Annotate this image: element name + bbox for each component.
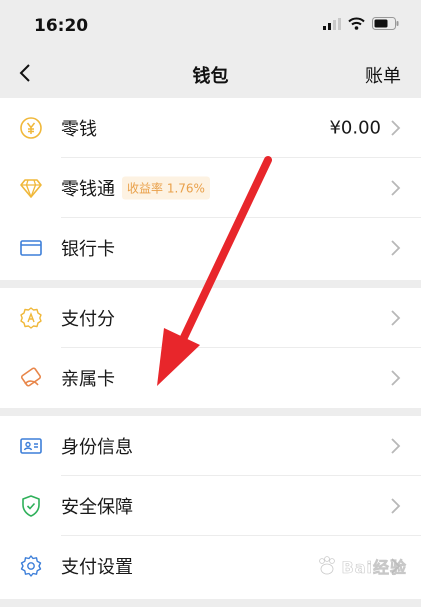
row-family-card[interactable]: 亲属卡 — [0, 348, 421, 408]
bottom-band — [0, 599, 421, 607]
chevron-right-icon — [391, 370, 401, 386]
row-security-label: 安全保障 — [61, 497, 133, 518]
watermark: Bai经验 — [316, 554, 407, 578]
status-time: 16:20 — [34, 16, 89, 36]
chevron-right-icon — [391, 180, 401, 196]
wallet-group-funds: 零钱 ¥0.00 零钱通 收益率 1.76% 银行卡 — [0, 98, 421, 280]
row-bank-card-label: 银行卡 — [61, 239, 115, 260]
status-icons — [323, 17, 399, 30]
chevron-right-icon — [391, 310, 401, 326]
row-identity-info[interactable]: 身份信息 — [0, 416, 421, 476]
row-security[interactable]: 安全保障 — [0, 476, 421, 536]
baidu-paw-icon — [318, 556, 335, 575]
coin-yuan-icon — [19, 116, 43, 140]
page-title: 钱包 — [192, 66, 229, 87]
row-pay-score[interactable]: 支付分 — [0, 288, 421, 348]
row-lingqiantong[interactable]: 零钱通 收益率 1.76% — [0, 158, 421, 218]
gear-icon — [19, 554, 43, 578]
yield-rate-badge: 收益率 1.76% — [122, 176, 210, 200]
id-card-icon — [19, 434, 43, 458]
cellular-signal-icon — [323, 17, 341, 30]
score-badge-icon — [19, 306, 43, 330]
row-identity-info-label: 身份信息 — [61, 437, 133, 458]
chevron-right-icon — [391, 240, 401, 256]
diamond-icon — [19, 176, 43, 200]
bank-card-icon — [19, 236, 43, 260]
chevron-right-icon — [391, 498, 401, 514]
battery-icon — [372, 17, 399, 30]
family-card-icon — [19, 366, 43, 390]
bill-button[interactable]: 账单 — [365, 62, 401, 88]
row-pay-score-label: 支付分 — [61, 309, 115, 330]
wallet-screen: 16:20 钱包 账单 零钱 ¥0.00 零钱通 收益率 1.76% 银行卡 支… — [0, 0, 421, 607]
chevron-right-icon — [391, 438, 401, 454]
chevron-right-icon — [391, 120, 401, 136]
wallet-group-credit: 支付分 亲属卡 — [0, 288, 421, 408]
wifi-icon — [348, 17, 365, 30]
row-pay-settings-label: 支付设置 — [61, 557, 133, 578]
row-lingqiantong-label: 零钱通 — [61, 179, 115, 200]
row-bank-card[interactable]: 银行卡 — [0, 218, 421, 278]
nav-bar: 钱包 账单 — [0, 48, 421, 98]
row-change[interactable]: 零钱 ¥0.00 — [0, 98, 421, 158]
row-family-card-label: 亲属卡 — [61, 369, 115, 390]
row-change-label: 零钱 — [61, 119, 97, 140]
status-bar: 16:20 — [0, 0, 421, 48]
watermark-text: Bai经验 — [341, 558, 407, 578]
change-balance: ¥0.00 — [329, 117, 381, 139]
shield-check-icon — [19, 494, 43, 518]
